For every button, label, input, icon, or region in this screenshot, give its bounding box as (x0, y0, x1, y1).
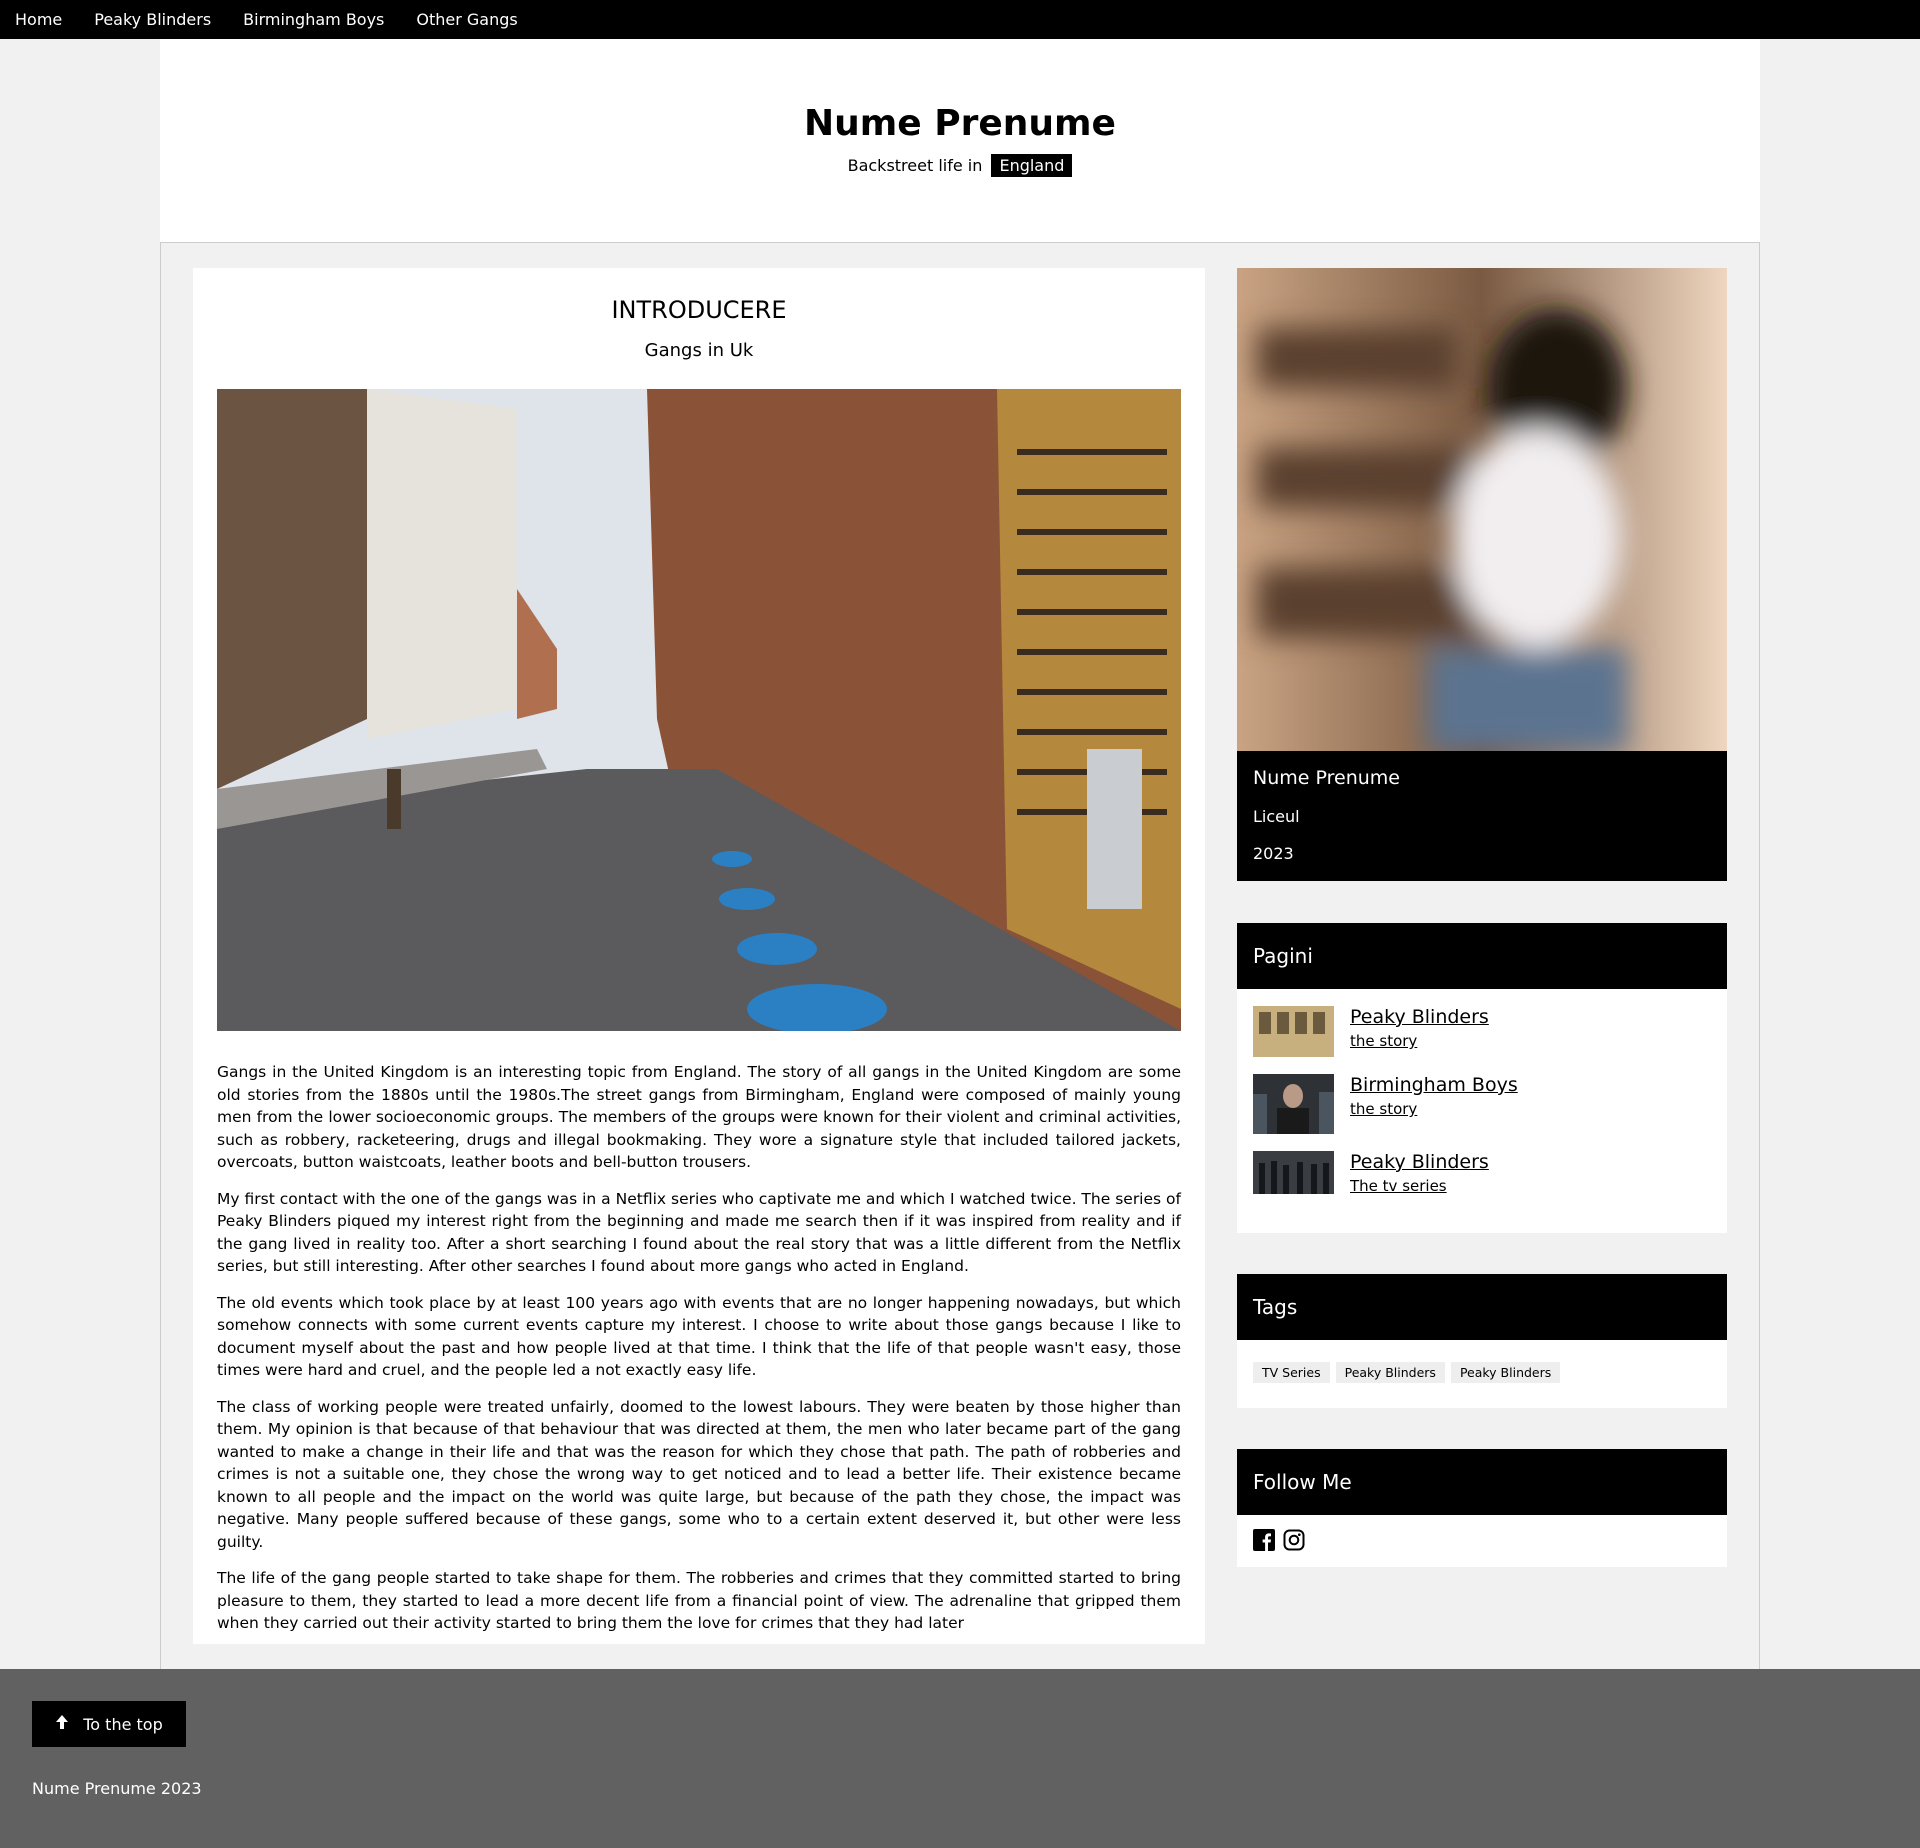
nav-home[interactable]: Home (15, 10, 62, 29)
facebook-icon[interactable] (1253, 1529, 1275, 1555)
to-the-top-label: To the top (83, 1714, 163, 1734)
profile-school: Liceul (1253, 807, 1300, 826)
nav-other-gangs[interactable]: Other Gangs (416, 10, 517, 29)
subtitle-prefix: Backstreet life in (847, 156, 983, 175)
article-paragraph-1: Gangs in the United Kingdom is an intere… (217, 1063, 1181, 1171)
page-thumbnail (1253, 1151, 1334, 1194)
article-paragraph-5: The life of the gang people started to t… (217, 1569, 1181, 1632)
profile-photo (1237, 268, 1727, 751)
street-photo (217, 389, 1181, 1031)
site-subtitle: Backstreet life in England (160, 154, 1760, 177)
pages-widget: Pagini Peaky Blinders the story Birmingh… (1237, 923, 1727, 1233)
page-thumbnail (1253, 1074, 1334, 1134)
subtitle-tag: England (991, 154, 1073, 177)
nav-peaky-blinders[interactable]: Peaky Blinders (94, 10, 211, 29)
tag-chip[interactable]: Peaky Blinders (1450, 1362, 1561, 1383)
page-link-sub[interactable]: the story (1350, 1100, 1518, 1118)
article-paragraph-3: The old events which took place by at le… (217, 1293, 1181, 1380)
tags-widget: Tags TV Series Peaky Blinders Peaky Blin… (1237, 1274, 1727, 1408)
site-header: Nume Prenume Backstreet life in England (160, 39, 1760, 243)
list-item: Birmingham Boys the story (1237, 1074, 1727, 1134)
tags-list: TV Series Peaky Blinders Peaky Blinders (1237, 1340, 1727, 1405)
follow-widget: Follow Me (1237, 1449, 1727, 1567)
profile-year: 2023 (1253, 844, 1294, 863)
follow-title: Follow Me (1237, 1449, 1727, 1515)
page-link-title[interactable]: Peaky Blinders (1350, 1006, 1489, 1028)
instagram-icon[interactable] (1283, 1529, 1305, 1555)
social-icons (1237, 1515, 1727, 1569)
to-the-top-button[interactable]: To the top (32, 1701, 186, 1747)
article-title: INTRODUCERE (611, 296, 787, 324)
footer-copyright: Nume Prenume 2023 (32, 1779, 202, 1798)
pages-title: Pagini (1237, 923, 1727, 989)
site-title: Nume Prenume (804, 103, 1116, 144)
page-link-sub[interactable]: The tv series (1350, 1177, 1489, 1195)
article-subtitle: Gangs in Uk (644, 340, 754, 361)
article-paragraph-2: My first contact with the one of the gan… (217, 1189, 1181, 1276)
tag-chip[interactable]: TV Series (1253, 1362, 1330, 1383)
page-link-title[interactable]: Birmingham Boys (1350, 1074, 1518, 1096)
tags-title: Tags (1237, 1274, 1727, 1340)
top-navigation: Home Peaky Blinders Birmingham Boys Othe… (0, 0, 1920, 39)
article-card: INTRODUCERE Gangs in Uk Gangs in the Uni… (193, 268, 1205, 1644)
page-link-sub[interactable]: the story (1350, 1032, 1489, 1050)
profile-name: Nume Prenume (1253, 767, 1400, 789)
arrow-up-icon (55, 1714, 69, 1734)
nav-birmingham-boys[interactable]: Birmingham Boys (243, 10, 384, 29)
page-link-title[interactable]: Peaky Blinders (1350, 1151, 1489, 1173)
page-thumbnail (1253, 1006, 1334, 1057)
article-paragraph-4: The class of working people were treated… (217, 1397, 1181, 1551)
profile-card: Nume Prenume Liceul 2023 (1237, 751, 1727, 881)
list-item: Peaky Blinders the story (1237, 1006, 1727, 1057)
footer: To the top Nume Prenume 2023 (0, 1669, 1920, 1848)
tag-chip[interactable]: Peaky Blinders (1335, 1362, 1445, 1383)
list-item: Peaky Blinders The tv series (1237, 1151, 1727, 1195)
